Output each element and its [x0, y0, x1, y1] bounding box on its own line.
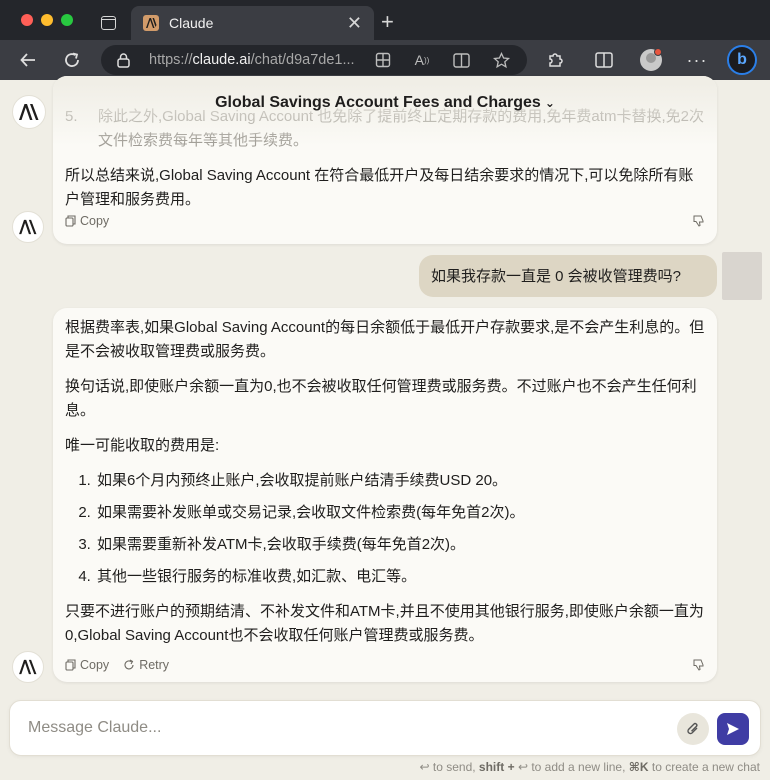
retry-button[interactable]: Retry [123, 658, 169, 672]
apps-grid-icon[interactable] [373, 45, 393, 75]
refresh-icon[interactable] [58, 40, 86, 80]
list-item: 如果需要补发账单或交易记录,会收取文件检索费(每年免首2次)。 [95, 501, 705, 525]
maximize-window-button[interactable] [61, 14, 73, 26]
copy-icon [65, 215, 76, 227]
return-key-icon: ↩︎ [419, 760, 430, 774]
attach-paperclip-icon[interactable] [677, 713, 709, 745]
retry-icon [124, 659, 134, 670]
browser-tab-claude[interactable]: Claude ✕ [131, 6, 374, 40]
address-bar[interactable]: https://claude.ai/chat/d9a7de1... A)) [101, 45, 527, 75]
notification-dot [654, 48, 662, 56]
list-item: 其他一些银行服务的标准收费,如汇款、电汇等。 [95, 565, 705, 589]
return-key-icon: ↩︎ [517, 760, 528, 774]
send-button[interactable] [717, 713, 749, 745]
favorite-star-icon[interactable] [491, 45, 511, 75]
tab-title: Claude [169, 15, 214, 31]
list-item: 如果需要重新补发ATM卡,会收取手续费(每年免首2次)。 [95, 533, 705, 557]
answer-paragraph-2: 换句话说,即使账户余额一直为0,也不会被收取任何管理费或服务费。不过账户也不会产… [65, 378, 697, 419]
answer-paragraph-1: 根据费率表,如果Global Saving Account的每日余额低于最低开户… [65, 319, 705, 360]
browser-titlebar: Claude ✕ + [0, 0, 770, 40]
list-item: 如果6个月内预终止账户,会收取提前账户结清手续费USD 20。 [95, 469, 705, 493]
answer-closing: 只要不进行账户的预期结清、不补发文件和ATM卡,并且不使用其他银行服务,即使账户… [65, 603, 704, 644]
minimize-window-button[interactable] [41, 14, 53, 26]
browser-toolbar: https://claude.ai/chat/d9a7de1... A)) ··… [0, 40, 770, 80]
assistant-message: 根据费率表,如果Global Saving Account的每日余额低于最低开户… [53, 308, 717, 682]
assistant-avatar [12, 651, 44, 683]
extensions-icon[interactable] [543, 40, 567, 80]
message-composer[interactable]: Message Claude... [9, 700, 761, 756]
conversation-title[interactable]: Global Savings Account Fees and Charges ⌄ [0, 94, 770, 112]
user-message: 如果我存款一直是 0 会被收管理费吗? [419, 255, 717, 297]
copy-button[interactable]: Copy [65, 658, 109, 672]
split-screen-icon[interactable] [592, 40, 616, 80]
close-window-button[interactable] [21, 14, 33, 26]
immersive-reader-icon[interactable] [451, 45, 471, 75]
keyboard-hint: ↩︎ to send, shift + ↩︎ to add a new line… [419, 760, 760, 774]
tab-close-icon[interactable]: ✕ [347, 13, 362, 34]
summary-paragraph: 所以总结来说,Global Saving Account 在符合最低开户及每日结… [65, 167, 694, 208]
send-arrow-icon [727, 723, 739, 735]
thumbs-down-icon[interactable] [693, 215, 705, 230]
assistant-avatar [12, 211, 44, 243]
message-input[interactable]: Message Claude... [28, 719, 161, 737]
bing-copilot-icon[interactable]: b [726, 40, 758, 80]
thumbs-down-icon[interactable] [693, 659, 705, 674]
profile-avatar[interactable] [638, 40, 664, 80]
copy-icon [65, 659, 76, 671]
chevron-down-icon[interactable]: ⌄ [545, 96, 555, 110]
claude-favicon-icon [143, 15, 159, 31]
more-menu-icon[interactable]: ··· [684, 40, 710, 80]
url-text[interactable]: https://claude.ai/chat/d9a7de1... [149, 52, 355, 68]
new-tab-icon[interactable]: + [381, 9, 394, 35]
tab-actions-icon[interactable] [101, 16, 116, 30]
lock-icon[interactable] [115, 45, 131, 75]
back-icon[interactable] [14, 40, 42, 80]
chat-page: 5. 除此之外,Global Saving Account 也免除了提前终止定期… [0, 76, 770, 780]
read-aloud-icon[interactable]: A)) [412, 45, 432, 75]
copy-button[interactable]: Copy [65, 214, 109, 228]
faded-list-item: 5. 除此之外,Global Saving Account 也免除了提前终止定期… [65, 108, 704, 149]
answer-paragraph-3: 唯一可能收取的费用是: [65, 437, 220, 454]
user-avatar [722, 252, 762, 300]
fee-list: 如果6个月内预终止账户,会收取提前账户结清手续费USD 20。 如果需要补发账单… [65, 469, 705, 589]
